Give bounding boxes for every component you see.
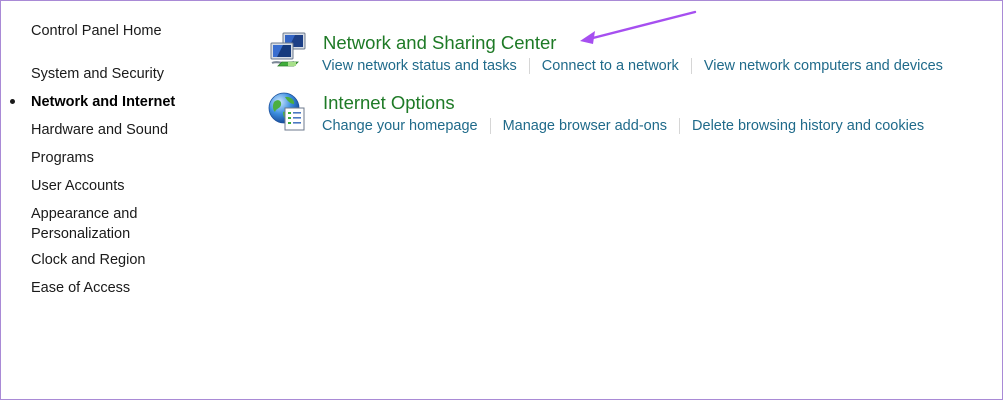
sidebar-item-ease-of-access[interactable]: Ease of Access	[31, 278, 231, 298]
link-separator	[528, 58, 530, 74]
sidebar-category-list: System and Security Network and Internet…	[10, 64, 231, 306]
internet-options-title[interactable]: Internet Options	[323, 92, 455, 114]
sidebar-item-hardware-and-sound[interactable]: Hardware and Sound	[31, 120, 231, 140]
network-sharing-center-title[interactable]: Network and Sharing Center	[323, 32, 556, 54]
sidebar-item-system-and-security[interactable]: System and Security	[31, 64, 231, 84]
internet-options-links: Change your homepage Manage browser add-…	[322, 118, 924, 134]
control-panel-home-link[interactable]: Control Panel Home	[31, 23, 162, 39]
delete-browsing-history-link[interactable]: Delete browsing history and cookies	[692, 118, 924, 134]
sidebar-item-network-and-internet[interactable]: Network and Internet	[10, 92, 231, 112]
change-homepage-link[interactable]: Change your homepage	[322, 118, 478, 134]
connect-to-network-link[interactable]: Connect to a network	[542, 58, 679, 74]
link-separator	[679, 118, 681, 134]
sidebar-item-programs[interactable]: Programs	[31, 148, 231, 168]
sidebar-item-user-accounts[interactable]: User Accounts	[31, 176, 231, 196]
link-separator	[489, 118, 491, 134]
internet-options-icon	[268, 92, 305, 131]
view-network-status-link[interactable]: View network status and tasks	[322, 58, 517, 74]
sidebar-item-label: Network and Internet	[31, 94, 176, 110]
link-separator	[690, 58, 692, 74]
network-sharing-icon	[270, 32, 306, 67]
manage-addons-link[interactable]: Manage browser add-ons	[503, 118, 667, 134]
sidebar-item-clock-and-region[interactable]: Clock and Region	[31, 250, 231, 270]
purple-arrow-icon	[580, 10, 697, 44]
active-bullet-icon	[10, 99, 15, 104]
network-sharing-links: View network status and tasks Connect to…	[322, 58, 943, 74]
sidebar-item-appearance-and-personalization[interactable]: Appearance and Personalization	[31, 204, 151, 244]
sidebar: Control Panel Home System and Security N…	[0, 0, 240, 400]
view-network-computers-link[interactable]: View network computers and devices	[704, 58, 943, 74]
